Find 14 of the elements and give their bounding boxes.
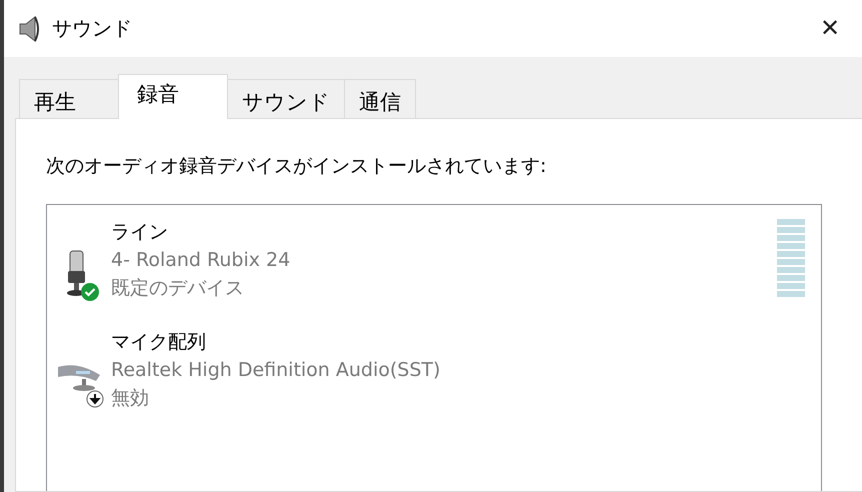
tab[interactable]: 通信 (344, 79, 416, 119)
device-row[interactable]: ライン 4- Roland Rubix 24 既定のデバイス (111, 219, 290, 301)
tab[interactable]: 再生 (19, 79, 119, 119)
device-status: 無効 (111, 386, 150, 411)
device-driver: Realtek High Definition Audio(SST) (111, 359, 440, 381)
tab[interactable]: 録音 (118, 74, 228, 119)
instruction-text: 次のオーディオ録音デバイスがインストールされています: (46, 154, 548, 179)
speaker-icon (18, 16, 42, 42)
device-name: マイク配列 (111, 330, 207, 355)
close-button[interactable]: ✕ (800, 0, 860, 57)
device-driver: 4- Roland Rubix 24 (111, 249, 290, 271)
window-title: サウンド (52, 15, 132, 42)
device-status: 既定のデバイス (111, 276, 245, 301)
device-name: ライン (111, 220, 169, 245)
